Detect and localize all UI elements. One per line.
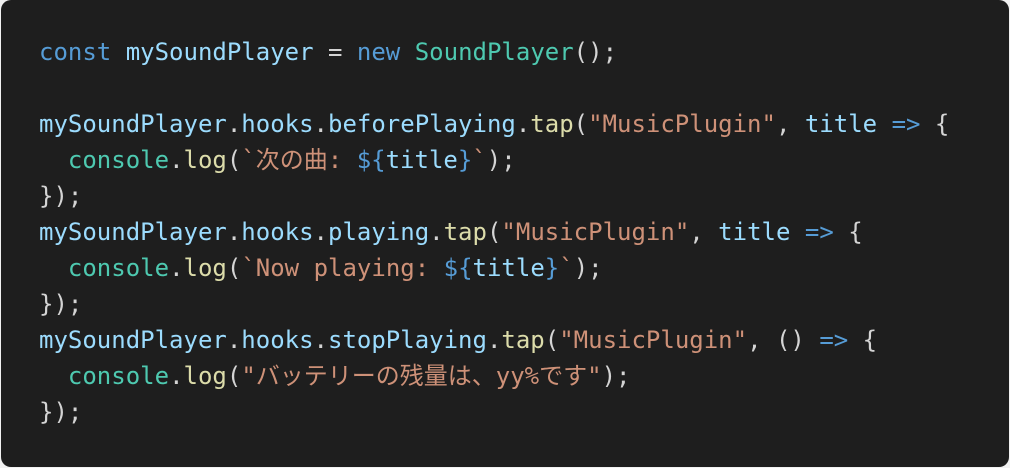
code-token-string: "バッテリーの残量は、yy%です"	[241, 362, 602, 390]
code-token-punct: (	[544, 326, 560, 354]
code-token-punct: .	[313, 218, 328, 246]
code-token-class: console	[67, 362, 170, 390]
code-line: mySoundPlayer.hooks.stopPlaying.tap("Mus…	[39, 322, 971, 358]
code-token-string: "MusicPlugin"	[588, 110, 776, 138]
code-token-punct: .	[169, 362, 184, 390]
code-token-function: tap	[501, 326, 545, 354]
code-token-function: log	[183, 146, 227, 174]
code-token-class: console	[67, 254, 170, 282]
code-line: mySoundPlayer.hooks.beforePlaying.tap("M…	[39, 106, 971, 142]
code-block: const mySoundPlayer = new SoundPlayer();…	[1, 0, 1009, 467]
code-token-keyword: =>	[891, 110, 921, 138]
code-token-punct: .	[313, 110, 328, 138]
code-token-punct: .	[226, 218, 242, 246]
code-token-punct: );	[573, 254, 603, 282]
code-token-punct: .	[429, 218, 444, 246]
code-token-string: "MusicPlugin"	[559, 326, 748, 354]
code-token-string: `Now playing:	[241, 254, 444, 282]
code-token-punct: .	[515, 110, 531, 138]
code-token-punct: =	[313, 38, 357, 66]
code-token-keyword: }	[544, 254, 560, 282]
code-token-punct	[400, 38, 414, 66]
code-token-variable: title	[472, 254, 545, 282]
code-token-punct: (	[226, 362, 242, 390]
code-token-punct: .	[226, 110, 242, 138]
code-token-punct: .	[226, 326, 242, 354]
code-token-function: log	[183, 362, 227, 390]
code-token-punct	[39, 146, 68, 174]
code-token-function: log	[183, 254, 227, 282]
code-line: const mySoundPlayer = new SoundPlayer();	[39, 34, 971, 70]
code-token-variable: hooks	[241, 110, 314, 138]
code-token-string: `	[559, 254, 574, 282]
code-token-variable: title	[385, 146, 458, 174]
code-token-class: console	[67, 146, 170, 174]
code-token-keyword: const	[39, 38, 112, 66]
code-line: console.log(`Now playing: ${title}`);	[39, 250, 971, 286]
code-token-punct: ,	[775, 110, 805, 138]
code-token-punct: {	[848, 326, 878, 354]
code-token-keyword: new	[356, 38, 401, 66]
code-token-punct: (	[226, 254, 242, 282]
code-token-variable: playing	[328, 218, 430, 246]
code-line: });	[39, 286, 971, 322]
code-token-punct	[877, 110, 891, 138]
code-token-punct: .	[169, 254, 184, 282]
code-token-class: SoundPlayer	[414, 38, 574, 66]
code-token-punct	[39, 254, 68, 282]
code-token-variable: mySoundPlayer	[125, 38, 314, 66]
code-token-variable: title	[804, 110, 878, 138]
code-token-variable: title	[718, 218, 791, 246]
code-token-punct: {	[920, 110, 950, 138]
code-token-punct: ,	[689, 218, 719, 246]
code-token-punct: (	[486, 218, 502, 246]
code-token-variable: beforePlaying	[328, 110, 516, 138]
code-token-punct: (	[573, 110, 589, 138]
code-token-punct: ();	[573, 38, 618, 66]
code-token-punct: });	[39, 398, 83, 426]
code-token-punct: .	[313, 326, 328, 354]
code-token-keyword: =>	[804, 218, 834, 246]
code-token-punct: });	[39, 182, 83, 210]
code-token-punct	[790, 218, 804, 246]
code-token-variable: hooks	[241, 218, 314, 246]
code-token-string: `	[472, 146, 487, 174]
code-token-function: tap	[443, 218, 487, 246]
code-token-punct: , ()	[747, 326, 820, 354]
code-token-punct: );	[601, 362, 631, 390]
code-token-punct: .	[486, 326, 502, 354]
code-token-function: tap	[530, 110, 574, 138]
code-token-punct: );	[486, 146, 516, 174]
code-token-keyword: ${	[443, 254, 473, 282]
code-token-punct	[39, 362, 68, 390]
code-token-variable: stopPlaying	[328, 326, 487, 354]
code-token-variable: mySoundPlayer	[39, 218, 227, 246]
code-token-punct	[111, 38, 125, 66]
code-token-punct: {	[833, 218, 863, 246]
code-token-variable: mySoundPlayer	[39, 110, 227, 138]
code-line: });	[39, 178, 971, 214]
code-token-variable: hooks	[241, 326, 314, 354]
code-token-string: `次の曲:	[241, 146, 357, 174]
code-token-keyword: =>	[819, 326, 849, 354]
code-line: console.log(`次の曲: ${title}`);	[39, 142, 971, 178]
code-line: });	[39, 394, 971, 430]
code-token-punct: (	[226, 146, 242, 174]
code-token-string: "MusicPlugin"	[501, 218, 690, 246]
code-line: mySoundPlayer.hooks.playing.tap("MusicPl…	[39, 214, 971, 250]
code-token-punct: .	[169, 146, 184, 174]
code-token-keyword: }	[457, 146, 473, 174]
code-token-variable: mySoundPlayer	[39, 326, 227, 354]
code-token-keyword: ${	[356, 146, 386, 174]
code-token-punct: });	[39, 290, 83, 318]
code-line: console.log("バッテリーの残量は、yy%です");	[39, 358, 971, 394]
